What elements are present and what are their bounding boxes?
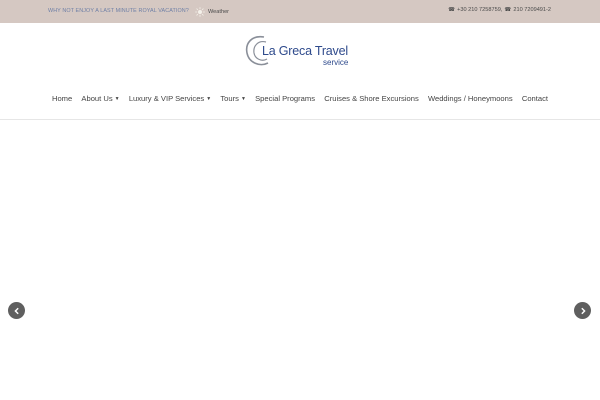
slider-prev-button[interactable] — [8, 302, 25, 319]
weather-widget[interactable]: Weather — [195, 6, 229, 17]
hero-slider — [0, 120, 600, 400]
nav-item-cruises[interactable]: Cruises & Shore Excursions — [320, 94, 424, 103]
nav-item-label: Contact — [521, 94, 549, 103]
nav-item-label: Cruises & Shore Excursions — [324, 94, 419, 103]
caret-down-icon: ▼ — [114, 95, 120, 102]
phone-numbers: ☎ +30 210 7258759, ☎ 210 7209491-2 — [448, 7, 551, 13]
caret-down-icon: ▼ — [240, 95, 246, 102]
nav-item-weddings[interactable]: Weddings / Honeymoons — [423, 94, 517, 103]
main-nav: Home About Us ▼ Luxury & VIP Services ▼ To… — [0, 94, 600, 103]
nav-item-about-us[interactable]: About Us ▼ — [77, 94, 124, 103]
top-bar: WHY NOT ENJOY A LAST MINUTE ROYAL VACATI… — [0, 0, 600, 23]
nav-item-label: Tours — [220, 94, 239, 103]
logo-brand-text: La Greca Travel — [262, 44, 348, 58]
site-logo[interactable]: La Greca Travel service — [244, 33, 358, 69]
phone-number-1[interactable]: +30 210 7258759, — [457, 7, 502, 13]
chevron-right-icon — [580, 307, 586, 314]
nav-item-label: About Us — [81, 94, 113, 103]
nav-item-label: Weddings / Honeymoons — [427, 94, 513, 103]
nav-item-special-programs[interactable]: Special Programs — [251, 94, 320, 103]
caret-down-icon: ▼ — [206, 95, 212, 102]
logo-sub-text: service — [323, 58, 349, 67]
nav-item-contact[interactable]: Contact — [517, 94, 552, 103]
chevron-left-icon — [13, 307, 19, 314]
phone-icon: ☎ — [504, 7, 512, 13]
nav-item-label: Special Programs — [255, 94, 316, 103]
phone-icon: ☎ — [448, 7, 456, 13]
promo-link[interactable]: WHY NOT ENJOY A LAST MINUTE ROYAL VACATI… — [48, 8, 189, 14]
phone-number-2[interactable]: 210 7209491-2 — [513, 7, 551, 13]
site-header: La Greca Travel service Home About Us ▼ L… — [0, 23, 600, 120]
nav-item-label: Luxury & VIP Services — [128, 94, 205, 103]
nav-item-luxury-vip[interactable]: Luxury & VIP Services ▼ — [124, 94, 216, 103]
nav-item-label: Home — [51, 94, 73, 103]
nav-item-home[interactable]: Home — [47, 94, 76, 103]
weather-label: Weather — [208, 8, 230, 15]
slider-next-button[interactable] — [574, 302, 591, 319]
nav-item-tours[interactable]: Tours ▼ — [216, 94, 251, 103]
sun-icon — [195, 6, 205, 17]
